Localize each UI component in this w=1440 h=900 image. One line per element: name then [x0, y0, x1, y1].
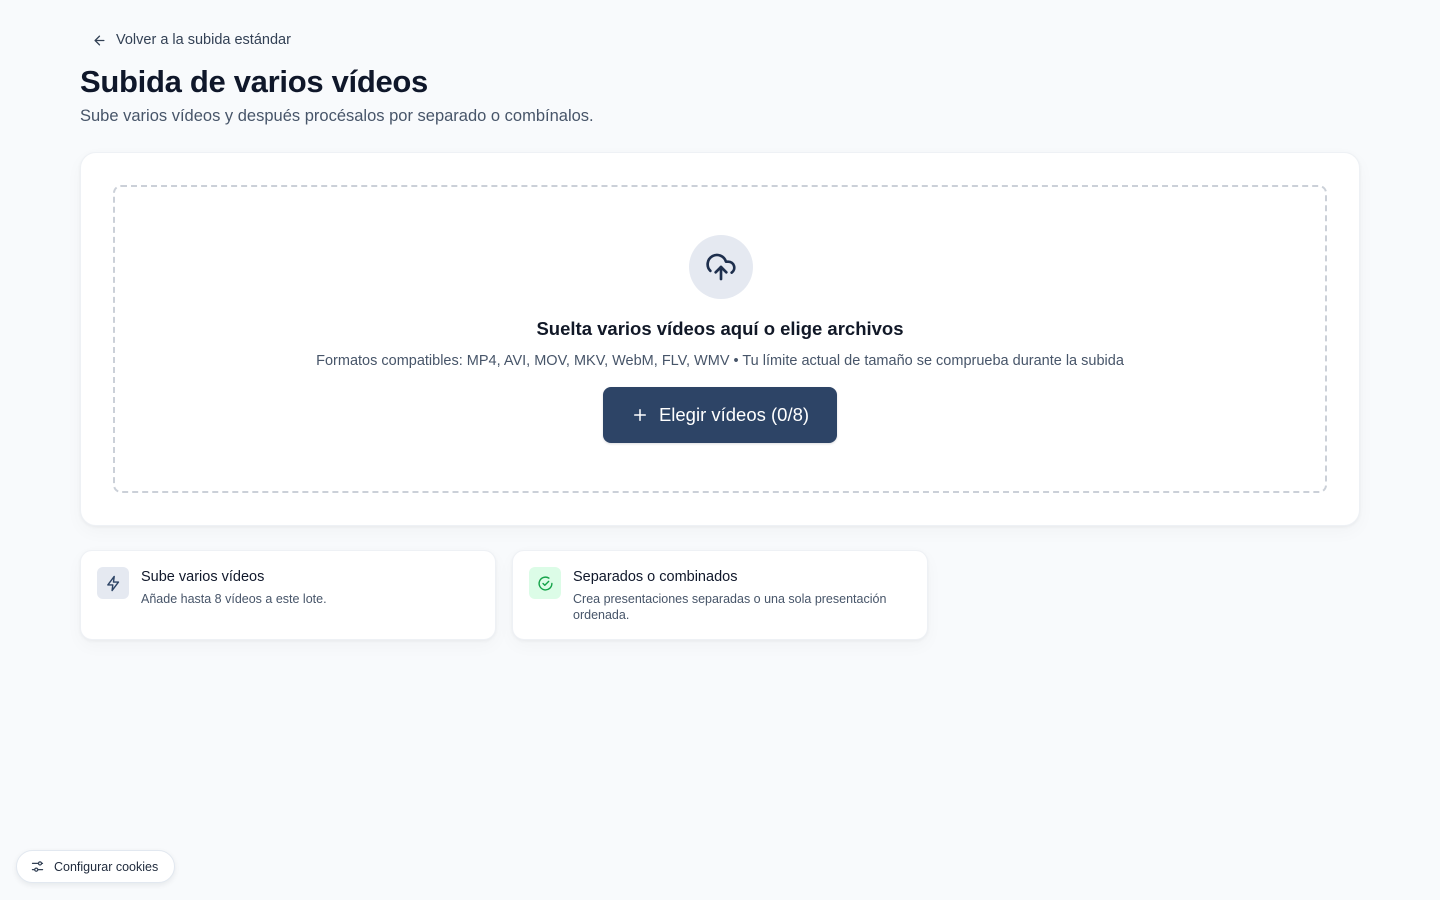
- feature-title: Separados o combinados: [573, 569, 738, 585]
- choose-videos-button[interactable]: Elegir vídeos (0/8): [603, 387, 837, 443]
- cloud-upload-icon: [689, 235, 753, 299]
- feature-card-separate-or-combined: Separados o combinados Crea presentacion…: [512, 550, 928, 640]
- page-subtitle: Sube varios vídeos y después procésalos …: [80, 107, 594, 125]
- feature-description: Crea presentaciones separadas o una sola…: [573, 592, 887, 622]
- check-circle-icon: [529, 567, 561, 599]
- feature-description: Añade hasta 8 vídeos a este lote.: [141, 592, 327, 606]
- configure-cookies-button[interactable]: Configurar cookies: [16, 850, 175, 883]
- page-title: Subida de varios vídeos: [80, 64, 428, 99]
- lightning-icon: [97, 567, 129, 599]
- sliders-icon: [30, 859, 45, 874]
- choose-videos-label: Elegir vídeos (0/8): [658, 404, 810, 425]
- drop-zone-title: Suelta varios vídeos aquí o elige archiv…: [536, 318, 904, 339]
- page: Volver a la subida estándar Subida de va…: [0, 0, 1440, 900]
- feature-card-multiple-videos: Sube varios vídeos Añade hasta 8 vídeos …: [80, 550, 496, 640]
- feature-title: Sube varios vídeos: [141, 569, 265, 585]
- video-drop-zone[interactable]: Suelta varios vídeos aquí o elige archiv…: [113, 185, 1327, 493]
- plus-icon: [631, 406, 649, 424]
- back-link-label: Volver a la subida estándar: [116, 32, 291, 48]
- upload-card: Suelta varios vídeos aquí o elige archiv…: [80, 152, 1360, 526]
- configure-cookies-label: Configurar cookies: [54, 859, 159, 874]
- back-to-standard-upload-link[interactable]: Volver a la subida estándar: [86, 28, 297, 52]
- arrow-left-icon: [92, 33, 107, 48]
- supported-formats-text: Formatos compatibles: MP4, AVI, MOV, MKV…: [316, 353, 1124, 369]
